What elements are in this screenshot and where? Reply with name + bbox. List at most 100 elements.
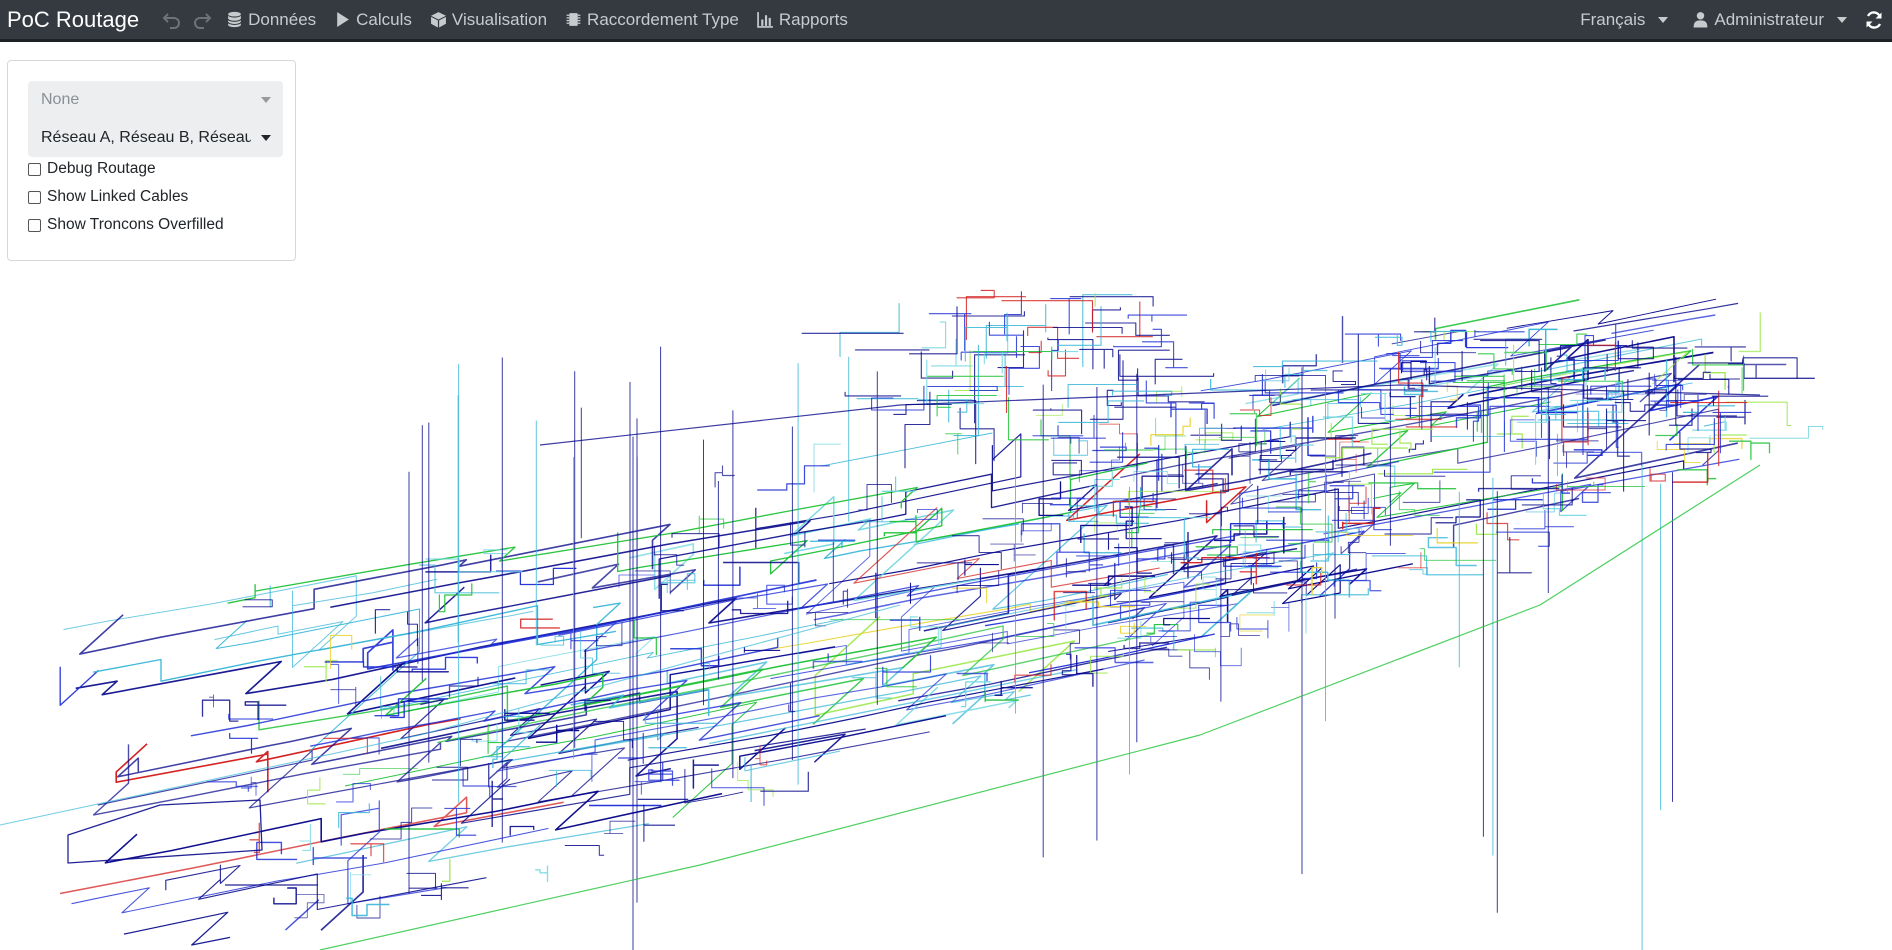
cable-route: [1436, 528, 1479, 544]
cable-route: [1020, 523, 1061, 552]
cable-route: [920, 351, 954, 379]
cable-route: [1117, 349, 1170, 381]
cable-route: [1655, 423, 1678, 437]
debug-routage-checkbox[interactable]: [28, 162, 41, 176]
cable-route: [63, 575, 534, 651]
cable-route: [1083, 533, 1122, 554]
cable-route: [1264, 381, 1344, 394]
redo-icon[interactable]: [187, 3, 217, 37]
cable-route: [1374, 335, 1403, 346]
cable-route: [788, 683, 796, 712]
cable-route: [709, 668, 1078, 745]
cable-route: [1020, 523, 1052, 543]
cable-route: [1057, 436, 1080, 454]
cable-route: [1566, 481, 1645, 488]
cable-route: [1082, 294, 1133, 367]
cable-route: [564, 845, 605, 856]
cable-route: [581, 753, 598, 782]
menu-rapports[interactable]: Rapports: [748, 0, 857, 39]
cable-route: [273, 887, 297, 905]
cable-route: [1377, 468, 1468, 475]
cable-route: [658, 473, 1218, 599]
cable-route: [0, 604, 901, 826]
cable-route: [75, 567, 1045, 696]
cable-route: [206, 781, 258, 792]
menu-raccordement-type[interactable]: Raccordement Type: [556, 0, 748, 39]
user-icon: [1693, 12, 1708, 28]
cable-route: [1028, 633, 1215, 674]
cable-route: [1307, 417, 1326, 457]
cable-route: [1127, 314, 1188, 322]
menu-visualisation[interactable]: Visualisation: [421, 0, 556, 39]
cable-route: [959, 407, 995, 462]
chip-icon: [566, 13, 581, 26]
cable-route: [1154, 358, 1183, 385]
cable-route: [1645, 389, 1667, 397]
cable-route: [1348, 486, 1367, 523]
cable-route: [1389, 392, 1416, 418]
cable-route: [1725, 401, 1792, 427]
cable-route: [1573, 302, 1739, 332]
cable-route: [1188, 402, 1215, 419]
cable-route: [1332, 370, 1356, 386]
menu-calculs[interactable]: Calculs: [325, 0, 421, 39]
cable-route: [1021, 502, 1053, 516]
cable-route: [1360, 393, 1404, 421]
debug-routage-option[interactable]: Debug Routage: [28, 160, 156, 178]
cable-route: [723, 561, 800, 584]
cable-route: [784, 495, 982, 602]
cable-route: [754, 733, 846, 763]
cable-route: [1486, 512, 1520, 541]
network-multiselect[interactable]: Réseau A, Réseau B, Réseau C: [28, 119, 283, 157]
cable-route: [1384, 469, 1446, 477]
cable-route: [1141, 475, 1184, 499]
user-dropdown[interactable]: Administrateur: [1683, 0, 1856, 39]
cable-route: [1220, 623, 1260, 637]
cable-route: [1231, 441, 1251, 484]
cable-route: [406, 872, 438, 889]
cable-route: [1333, 579, 1382, 592]
cable-route: [1665, 418, 1715, 451]
cable-route: [660, 583, 684, 612]
cable-route: [1351, 497, 1386, 516]
app-brand[interactable]: PoC Routage: [7, 7, 139, 33]
configuration-select[interactable]: None: [28, 81, 283, 119]
menu-donnees[interactable]: Données: [217, 0, 325, 39]
cable-route: [1047, 349, 1067, 377]
cable-route: [1398, 490, 1440, 516]
cable-route: [1027, 326, 1080, 359]
cable-route: [1476, 410, 1483, 433]
cable-route: [898, 646, 1168, 702]
refresh-icon[interactable]: [1856, 0, 1892, 39]
cable-route: [1008, 345, 1040, 395]
cable-route: [692, 759, 719, 789]
chevron-down-icon: [261, 97, 271, 103]
show-linked-cables-label: Show Linked Cables: [47, 188, 189, 205]
cable-route: [1513, 509, 1574, 530]
cable-route: [362, 579, 817, 671]
cable-route: [442, 859, 451, 883]
show-troncons-overfilled-option[interactable]: Show Troncons Overfilled: [28, 216, 224, 234]
cable-route: [1741, 359, 1787, 378]
cable-route: [1496, 415, 1529, 449]
cable-route: [1679, 432, 1712, 454]
cable-route: [307, 777, 326, 805]
show-troncons-overfilled-checkbox[interactable]: [28, 218, 41, 232]
language-label: Français: [1580, 9, 1646, 29]
cable-route: [1419, 548, 1496, 561]
cable-route: [320, 855, 364, 931]
user-label: Administrateur: [1714, 9, 1824, 29]
language-dropdown[interactable]: Français: [1571, 0, 1677, 39]
chevron-down-icon: [1658, 16, 1669, 23]
cable-route: [974, 354, 1025, 424]
cable-route: [1477, 487, 1560, 492]
cable-route: [244, 701, 287, 720]
cable-route: [757, 465, 830, 491]
cable-route: [1738, 312, 1761, 353]
cable-route: [1587, 428, 1608, 451]
undo-icon[interactable]: [157, 3, 187, 37]
cable-route: [1427, 536, 1477, 567]
cable-route: [249, 822, 260, 854]
show-linked-cables-option[interactable]: Show Linked Cables: [28, 188, 188, 206]
show-linked-cables-checkbox[interactable]: [28, 190, 41, 204]
